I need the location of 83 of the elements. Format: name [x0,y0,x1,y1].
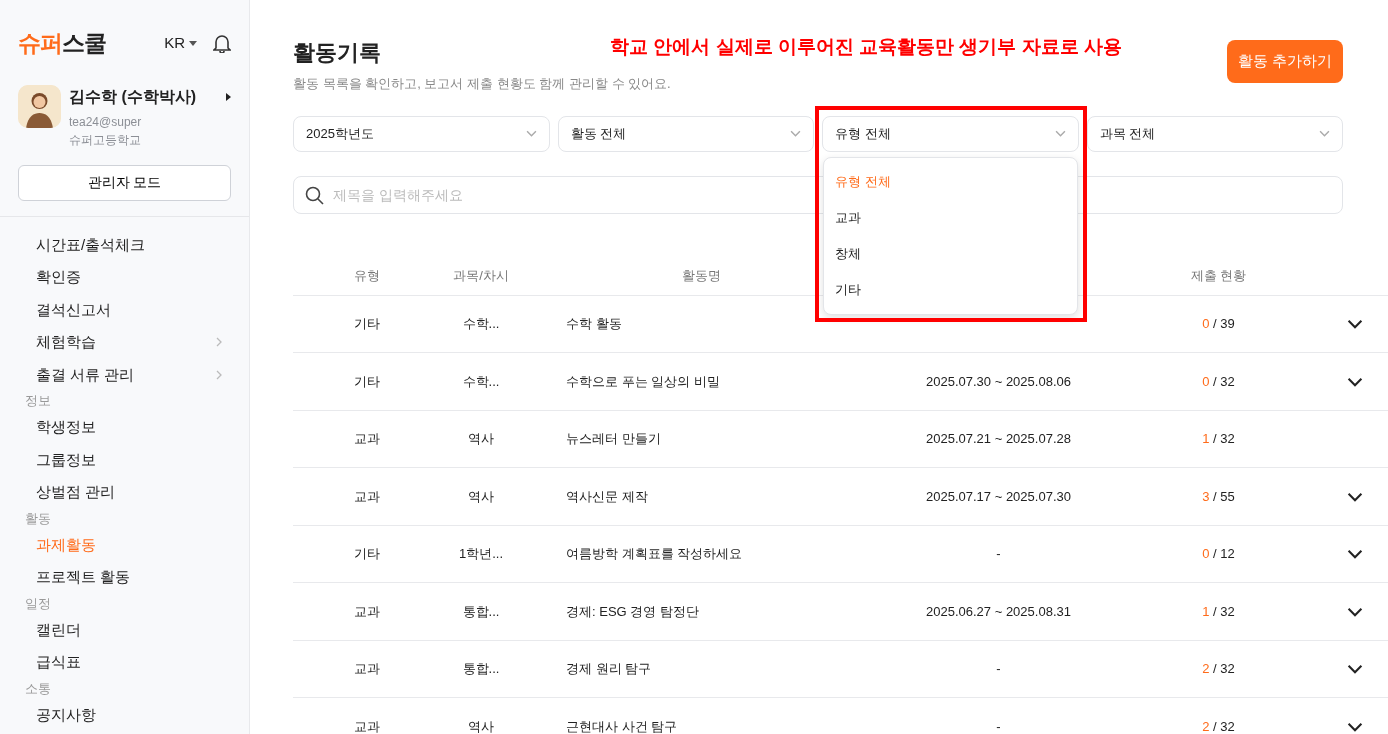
user-email: tea24@super [69,113,143,131]
search-icon [305,185,324,205]
column-header: 제출 현황 [1189,267,1248,286]
table-cell-text: 경제 원리 탐구 [565,660,653,679]
caret-icon[interactable] [226,92,231,101]
sidebar-item[interactable]: 상벌점 관리 [0,476,249,509]
filter-dropdown[interactable]: 2025학년도 [293,115,550,152]
annotation-text: 학교 안에서 실제로 이루어진 교육활동만 생기부 자료로 사용 [610,35,1122,59]
sidebar-item[interactable]: 출결 서류 관리 [0,358,249,391]
column-header: 과목/차시 [452,267,510,286]
table-cell: 2025.07.21 ~ 2025.07.28 [926,431,1071,447]
school-name: 슈퍼고등학교 [69,131,142,149]
table-cell-text: 통합... [461,602,501,621]
filter-dropdown[interactable]: 과목 전체 [1086,115,1343,152]
sidebar-item[interactable]: 공지사항 [0,698,249,731]
table-cell-text: 역사 [467,717,495,734]
table-cell-text: 수학... [461,372,501,391]
table-cell-text: 역사 [467,487,495,506]
dropdown-option[interactable]: 기타 [824,271,1077,308]
sidebar-item[interactable]: 체험학습 [0,326,249,359]
avatar-icon [18,84,61,128]
submission-count: 1 / 32 [1202,603,1235,619]
table-cell-text: 교과 [353,717,381,734]
table-cell-text: 교과 [353,602,381,621]
table-cell-text: 여름방학 계획표를 작성하세요 [565,545,744,564]
sidebar-item[interactable]: 그룹정보 [0,443,249,476]
chevron-down-icon [1054,128,1066,140]
section-label: 일정 [24,594,52,613]
sidebar-item[interactable]: 결석신고서 [0,293,249,326]
column-header: 활동명 [680,267,722,286]
table-cell-text: 기타 [353,315,381,334]
page-title: 활동기록 [293,40,381,67]
sidebar-item[interactable]: 캘린더 [0,613,249,646]
logo: 슈퍼 [18,30,62,56]
submission-count: 3 / 55 [1202,488,1235,504]
table-cell: - [996,661,1001,677]
table-cell: - [996,546,1001,562]
table-cell: 2025.07.30 ~ 2025.08.06 [926,373,1071,389]
sidebar-item[interactable]: 급식표 [0,646,249,679]
chevron-down-icon [790,128,801,140]
bell-icon[interactable] [213,33,231,54]
sidebar-item[interactable]: 학생정보 [0,411,249,444]
language-selector[interactable]: KR [164,32,185,55]
chevron-down-icon [1319,128,1330,140]
table-cell-text: 경제: ESG 경영 탐정단 [565,602,700,621]
table-cell: - [996,718,1001,734]
submission-count: 2 / 32 [1202,661,1235,677]
chevron-down-icon [525,128,537,140]
submission-count: 1 / 32 [1202,431,1235,447]
sidebar-item[interactable]: 프로젝트 활동 [0,561,249,594]
logo: 스쿨 [62,30,106,56]
section-label: 정보 [24,392,52,410]
section-label: 소통 [24,679,52,698]
submission-count: 0 / 39 [1202,316,1235,332]
page-subtitle: 활동 목록을 확인하고, 보고서 제출 현황도 함께 관리할 수 있어요. [293,75,671,94]
table-cell-text: 수학으로 푸는 일상의 비밀 [565,372,721,391]
table-cell-text: 수학 활동 [565,315,623,334]
filter-dropdown[interactable]: 활동 전체 [557,115,814,152]
sidebar-item[interactable]: 시간표/출석체크 [0,228,249,261]
dropdown-option[interactable]: 창체 [824,235,1077,272]
admin-mode-button[interactable]: 관리자 모드 [18,164,231,201]
table-cell-text: 뉴스레터 만들기 [565,430,662,449]
column-header: 유형 [353,267,381,286]
submission-count: 2 / 32 [1202,718,1235,734]
table-cell-text: 기타 [353,545,381,564]
table-cell-text: 역사신문 제작 [565,487,649,506]
table-cell-text: 수학... [461,315,501,334]
table-cell-text: 역사 [467,430,495,449]
table-cell-text: 기타 [353,372,381,391]
user-name: 김수학 (수학박사) [69,86,197,107]
section-label: 활동 [24,509,52,528]
table-cell-text: 1학년... [457,545,505,564]
submission-count: 0 / 12 [1202,546,1235,562]
table-cell: 2025.06.27 ~ 2025.08.31 [926,603,1071,619]
caret-icon [189,40,197,46]
table-cell-text: 근현대사 사건 탐구 [565,717,679,734]
table-cell-text: 교과 [353,660,381,679]
table-cell-text: 교과 [353,430,381,449]
submission-count: 0 / 32 [1202,373,1235,389]
table-cell: 2025.07.17 ~ 2025.07.30 [926,488,1071,504]
table-cell-text: 교과 [353,487,381,506]
table-cell-text: 통합... [461,660,501,679]
sidebar-item[interactable]: 확인증 [0,261,249,294]
